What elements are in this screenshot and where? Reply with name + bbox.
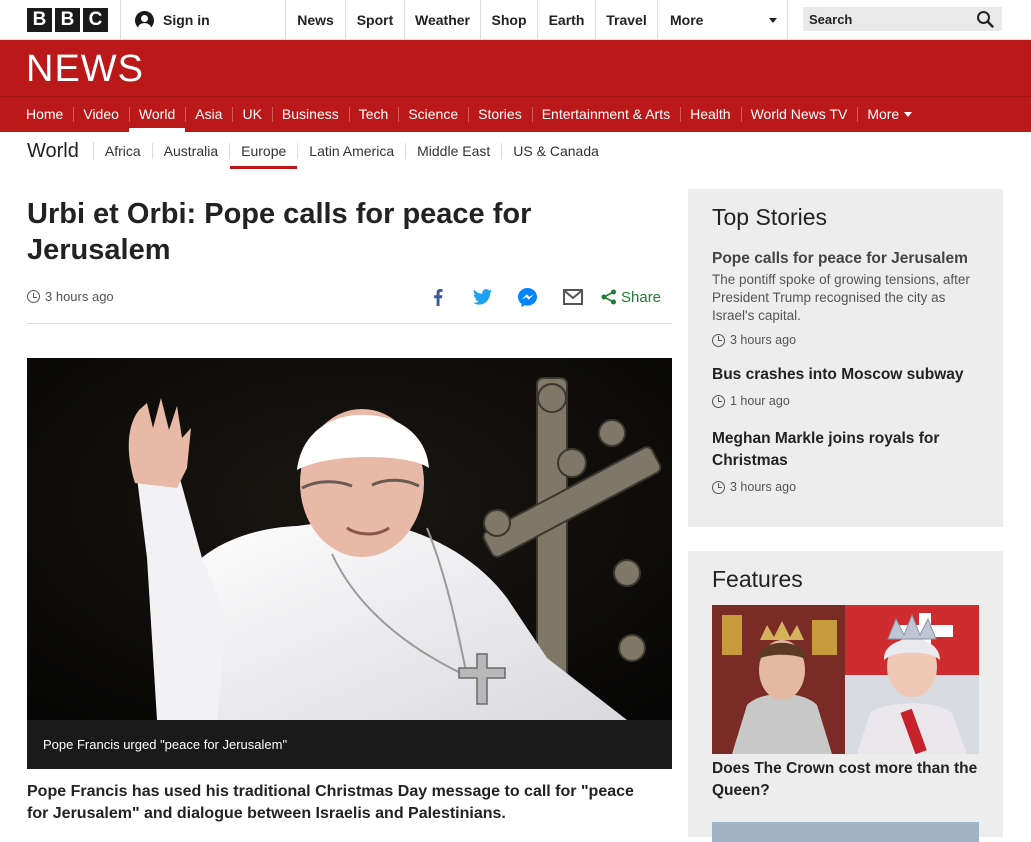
top-nav-weather[interactable]: Weather: [405, 0, 481, 40]
section-nav-world[interactable]: World: [128, 97, 186, 132]
top-story-meta: 3 hours ago: [712, 480, 987, 494]
chevron-down-icon: [904, 112, 913, 117]
bbc-logo[interactable]: B B C: [27, 8, 108, 32]
share-email-button[interactable]: [550, 285, 595, 309]
top-nav-more-label: More: [670, 12, 704, 28]
facebook-icon: [433, 288, 442, 306]
article-hero-image: [27, 358, 672, 720]
section-nav-more-label: More: [867, 106, 900, 122]
top-story-title[interactable]: Bus crashes into Moscow subway: [712, 364, 987, 386]
sub-nav-latin-america[interactable]: Latin America: [298, 143, 407, 159]
share-tools: Share: [415, 285, 665, 309]
feature-image[interactable]: [712, 605, 979, 754]
search-box[interactable]: Search: [803, 7, 1002, 31]
top-story-meta: 3 hours ago: [712, 333, 987, 347]
pope-waving-photo: [27, 358, 672, 720]
sub-nav-australia[interactable]: Australia: [153, 143, 231, 159]
section-nav-health[interactable]: Health: [680, 97, 740, 132]
twitter-icon: [473, 289, 492, 305]
article-intro: Pope Francis has used his traditional Ch…: [27, 783, 634, 822]
sign-in-label: Sign in: [163, 12, 210, 28]
section-nav: Home Video World Asia UK Business Tech S…: [0, 96, 1031, 132]
share-icon: [601, 289, 616, 305]
top-story-item[interactable]: Pope calls for peace for Jerusalem The p…: [712, 248, 987, 347]
bbc-logo-letter: C: [83, 8, 108, 32]
section-nav-business[interactable]: Business: [271, 97, 349, 132]
top-stories-heading: Top Stories: [712, 204, 828, 230]
top-nav-shop[interactable]: Shop: [481, 0, 538, 40]
clock-icon: [712, 480, 725, 494]
crown-queen-photo: [712, 605, 979, 754]
top-story-time: 3 hours ago: [730, 480, 797, 494]
sub-nav-europe[interactable]: Europe: [230, 143, 299, 169]
features-heading: Features: [712, 566, 803, 592]
top-story-summary: The pontiff spoke of growing tensions, a…: [712, 272, 970, 323]
bbc-logo-letter: B: [27, 8, 52, 32]
divider: [27, 323, 672, 324]
top-nav-earth[interactable]: Earth: [538, 0, 596, 40]
sub-nav-africa[interactable]: Africa: [94, 143, 153, 159]
share-button[interactable]: Share: [595, 285, 665, 309]
sub-nav-us-canada[interactable]: US & Canada: [502, 143, 610, 159]
search-icon[interactable]: [976, 10, 994, 28]
image-caption: Pope Francis urged "peace for Jerusalem": [27, 720, 672, 769]
section-nav-tech[interactable]: Tech: [348, 97, 399, 132]
section-nav-uk[interactable]: UK: [232, 97, 271, 132]
top-story-item[interactable]: Bus crashes into Moscow subway 1 hour ag…: [712, 364, 987, 408]
share-messenger-button[interactable]: [505, 285, 550, 309]
top-nav-travel[interactable]: Travel: [596, 0, 658, 40]
top-story-meta: 1 hour ago: [712, 394, 987, 408]
chevron-down-icon: [769, 18, 777, 23]
section-nav-asia[interactable]: Asia: [185, 97, 232, 132]
article-meta: 3 hours ago: [27, 289, 114, 304]
top-nav-news[interactable]: News: [286, 0, 346, 40]
sub-nav-title[interactable]: World: [27, 141, 94, 161]
search-label: Search: [809, 11, 853, 27]
top-story-title[interactable]: Meghan Markle joins royals for Christmas: [712, 428, 987, 472]
section-nav-video[interactable]: Video: [73, 97, 129, 132]
bbc-logo-letter: B: [55, 8, 80, 32]
features-panel: Features Does The Crown cost more than t…: [688, 551, 1003, 842]
top-nav-more[interactable]: More: [658, 0, 788, 40]
article-headline: Urbi et Orbi: Pope calls for peace for J…: [27, 198, 532, 266]
top-stories-panel: Top Stories Pope calls for peace for Jer…: [688, 189, 1003, 527]
top-nav-sport[interactable]: Sport: [346, 0, 405, 40]
world-sub-nav: World Africa Australia Europe Latin Amer…: [27, 133, 610, 169]
section-nav-world-news-tv[interactable]: World News TV: [740, 97, 858, 132]
section-nav-home[interactable]: Home: [16, 97, 73, 132]
share-label: Share: [621, 288, 662, 306]
article-timestamp: 3 hours ago: [45, 289, 114, 304]
top-story-time: 1 hour ago: [730, 394, 790, 408]
section-nav-stories[interactable]: Stories: [468, 97, 532, 132]
share-facebook-button[interactable]: [415, 285, 460, 309]
top-bar: B B C Sign in News Sport Weather Shop Ea…: [0, 0, 1031, 40]
top-story-time: 3 hours ago: [730, 333, 797, 347]
section-nav-more[interactable]: More: [857, 97, 922, 132]
top-story-title[interactable]: Pope calls for peace for Jerusalem: [712, 248, 987, 270]
news-banner: NEWS: [0, 40, 1031, 96]
clock-icon: [27, 290, 40, 303]
clock-icon: [712, 333, 725, 347]
email-icon: [562, 289, 583, 305]
news-logo[interactable]: NEWS: [26, 50, 144, 88]
section-nav-science[interactable]: Science: [398, 97, 468, 132]
share-twitter-button[interactable]: [460, 285, 505, 309]
top-story-item[interactable]: Meghan Markle joins royals for Christmas…: [712, 428, 987, 494]
section-nav-entertainment[interactable]: Entertainment & Arts: [531, 97, 680, 132]
top-nav: News Sport Weather Shop Earth Travel Mor…: [286, 0, 788, 40]
feature-image[interactable]: [712, 822, 979, 842]
messenger-icon: [518, 287, 537, 307]
clock-icon: [712, 394, 725, 408]
sign-in-link[interactable]: Sign in: [120, 0, 286, 40]
sub-nav-middle-east[interactable]: Middle East: [406, 143, 503, 159]
user-icon: [135, 10, 154, 30]
feature-title[interactable]: Does The Crown cost more than the Queen?: [712, 758, 979, 802]
